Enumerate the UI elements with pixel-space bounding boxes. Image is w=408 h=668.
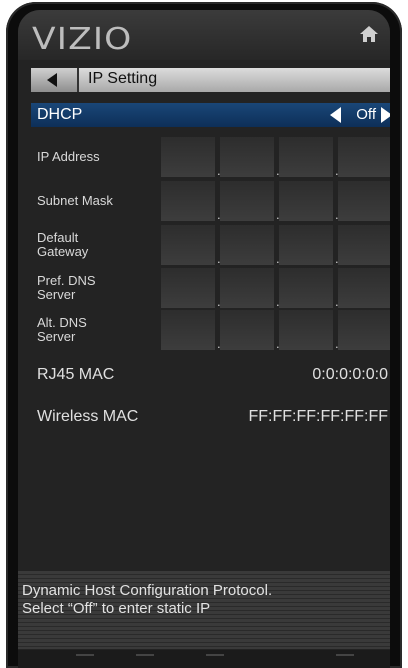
dhcp-row[interactable]: DHCP Off [31, 103, 390, 127]
dhcp-label: DHCP [37, 106, 83, 123]
ip-address-row: IP Address . . . [31, 137, 390, 178]
back-button[interactable] [31, 68, 79, 92]
right-arrow-icon[interactable] [380, 107, 390, 123]
wireless-mac-value: FF:FF:FF:FF:FF:FF [248, 408, 388, 425]
rj45-mac-label: RJ45 MAC [37, 366, 115, 383]
gateway-octet-1[interactable] [161, 225, 215, 265]
back-arrow-icon [47, 73, 57, 87]
control-hint [206, 654, 224, 656]
left-arrow-icon[interactable] [330, 107, 342, 123]
default-gateway-label: Default Gateway [37, 230, 89, 259]
wireless-mac-label: Wireless MAC [37, 408, 139, 425]
control-hint [336, 654, 354, 656]
subnet-mask-label: Subnet Mask [37, 193, 113, 208]
alt-dns-octet-4[interactable] [338, 310, 390, 350]
alt-dns-label: Alt. DNS Server [37, 315, 87, 344]
gateway-octet-3[interactable] [279, 225, 333, 265]
pref-dns-octet-2[interactable] [220, 268, 274, 308]
alt-dns-row: Alt. DNS Server . . . [31, 310, 390, 351]
subnet-octet-3[interactable] [279, 181, 333, 221]
ip-octet-1[interactable] [161, 137, 215, 177]
menu-header: IP Setting [31, 68, 390, 92]
subnet-octet-1[interactable] [161, 181, 215, 221]
dhcp-value: Off [356, 106, 376, 123]
pref-dns-octet-4[interactable] [338, 268, 390, 308]
ip-address-label: IP Address [37, 149, 100, 164]
gateway-octet-2[interactable] [220, 225, 274, 265]
ip-octet-3[interactable] [279, 137, 333, 177]
remote-screen: VIZIO IP Setting DHCP Off IP Address . . [18, 10, 390, 668]
subnet-octet-4[interactable] [338, 181, 390, 221]
control-hint [76, 654, 94, 656]
page-title: IP Setting [88, 70, 158, 87]
subnet-octet-2[interactable] [220, 181, 274, 221]
help-line-1: Dynamic Host Configuration Protocol. [22, 582, 273, 599]
rj45-mac-value: 0:0:0:0:0:0 [312, 366, 388, 383]
alt-dns-octet-3[interactable] [279, 310, 333, 350]
alt-dns-octet-2[interactable] [220, 310, 274, 350]
help-description: Dynamic Host Configuration Protocol. Sel… [18, 571, 390, 649]
ip-octet-2[interactable] [220, 137, 274, 177]
alt-dns-octet-1[interactable] [161, 310, 215, 350]
help-line-2: Select “Off” to enter static IP [22, 600, 211, 617]
control-hint [136, 654, 154, 656]
default-gateway-row: Default Gateway . . . [31, 225, 390, 266]
pref-dns-octet-3[interactable] [279, 268, 333, 308]
pref-dns-label: Pref. DNS Server [37, 273, 96, 302]
pref-dns-row: Pref. DNS Server . . . [31, 268, 390, 309]
remote-bottom-controls [18, 650, 390, 668]
ip-octet-4[interactable] [338, 137, 390, 177]
subnet-mask-row: Subnet Mask . . . [31, 181, 390, 222]
home-icon[interactable] [358, 24, 380, 44]
vizio-logo: VIZIO [32, 22, 133, 57]
pref-dns-octet-1[interactable] [161, 268, 215, 308]
gateway-octet-4[interactable] [338, 225, 390, 265]
